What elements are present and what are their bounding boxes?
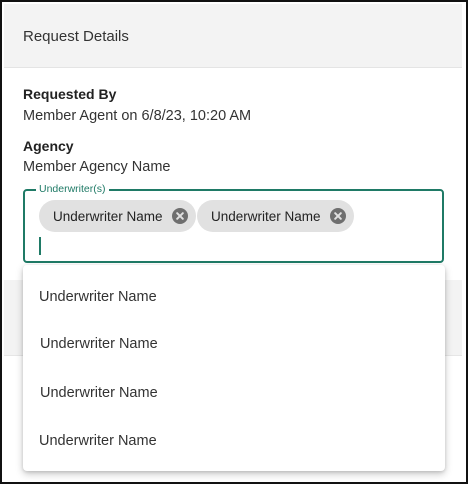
text-cursor[interactable] (39, 237, 41, 255)
dropdown-option[interactable]: Underwriter Name (23, 273, 445, 321)
underwriters-field-label: Underwriter(s) (36, 182, 109, 196)
underwriter-chip-label: Underwriter Name (211, 208, 321, 224)
underwriter-chip[interactable]: Underwriter Name (197, 200, 354, 232)
panel-title: Request Details (23, 28, 129, 45)
dropdown-option[interactable]: Underwriter Name (23, 320, 445, 368)
close-circle-icon[interactable] (171, 208, 188, 224)
requested-by-value: Member Agent on 6/8/23, 10:20 AM (23, 108, 252, 124)
underwriter-chip-label: Underwriter Name (53, 208, 163, 224)
agency-value: Member Agency Name (23, 159, 171, 175)
underwriters-autocomplete-field[interactable]: Underwriter(s) Underwriter Name Underwri… (23, 182, 444, 263)
requested-by-label: Requested By (23, 86, 117, 102)
request-details-panel: Request Details Requested By Member Agen… (0, 0, 468, 484)
close-circle-icon[interactable] (329, 208, 346, 224)
dropdown-option-label: Underwriter Name (40, 385, 158, 401)
underwriter-options-dropdown: Underwriter Name Underwriter Name Underw… (23, 265, 445, 471)
dropdown-option-label: Underwriter Name (39, 433, 157, 449)
underwriter-chip[interactable]: Underwriter Name (39, 200, 196, 232)
dropdown-option-label: Underwriter Name (40, 336, 158, 352)
dropdown-option[interactable]: Underwriter Name (23, 417, 445, 465)
dropdown-option-label: Underwriter Name (39, 289, 157, 305)
panel-header: Request Details (4, 4, 462, 68)
agency-label: Agency (23, 138, 74, 154)
dropdown-option[interactable]: Underwriter Name (23, 369, 445, 417)
